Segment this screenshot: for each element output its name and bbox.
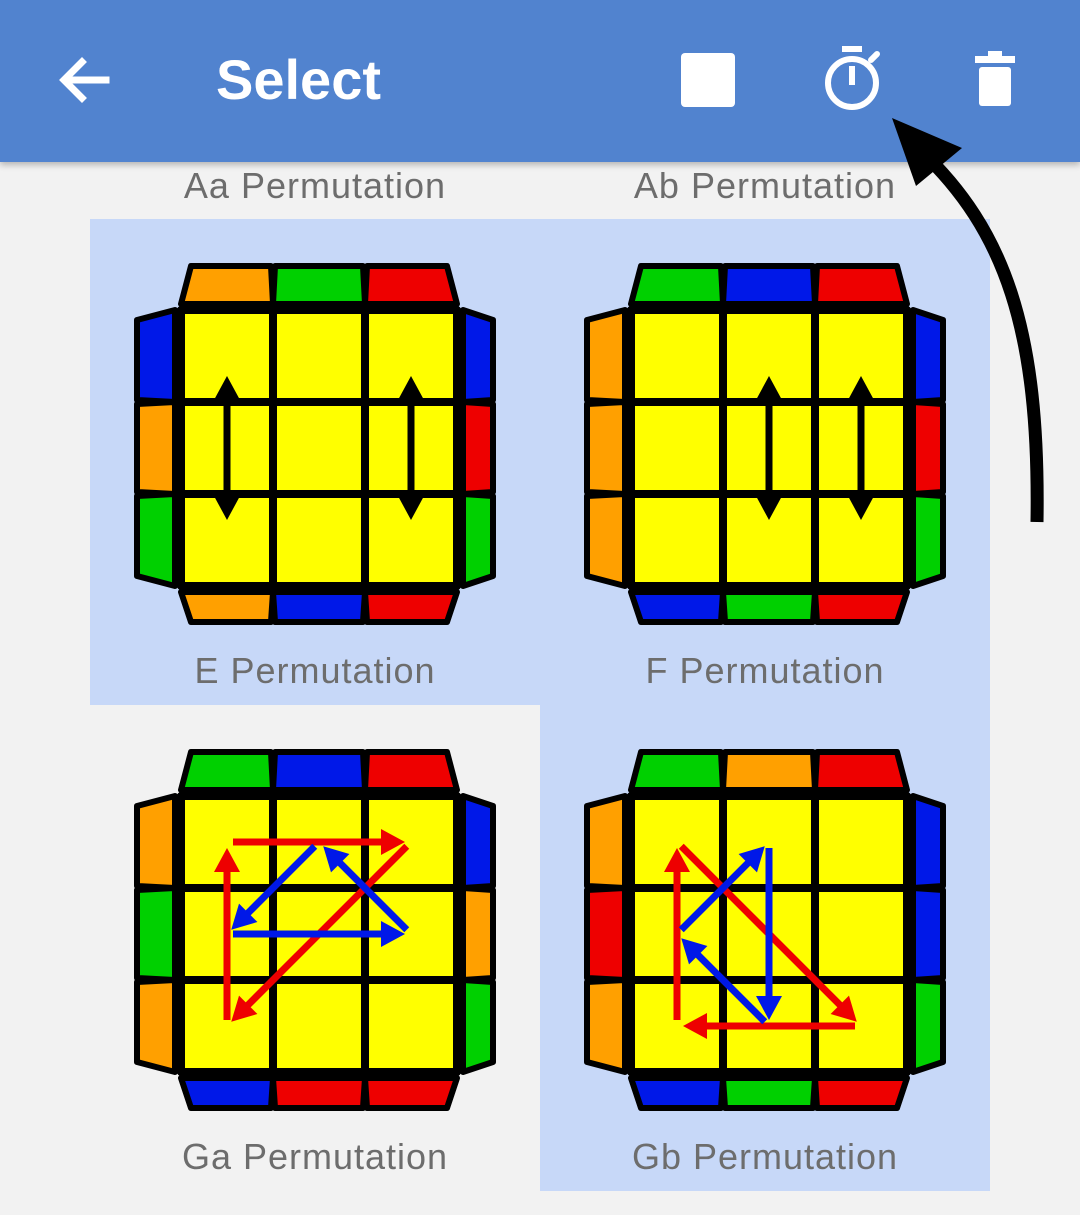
top-sticker	[277, 406, 361, 490]
side-sticker-bottom	[812, 1075, 910, 1111]
case-tile-gb[interactable]: Gb Permutation	[540, 705, 990, 1191]
cube-diagram	[134, 263, 496, 625]
arrow-back-icon	[59, 57, 110, 103]
stopwatch-icon	[825, 46, 880, 110]
side-sticker-right	[910, 399, 946, 497]
case-label-ab: Ab Permutation	[633, 165, 897, 206]
side-sticker-left	[584, 793, 628, 891]
top-sticker	[277, 498, 361, 582]
cube-diagram	[584, 749, 946, 1111]
side-sticker-right	[460, 491, 496, 589]
side-sticker-left	[584, 977, 628, 1075]
case-label: E Permutation	[194, 650, 436, 691]
side-sticker-top	[812, 263, 910, 307]
top-sticker	[277, 984, 361, 1068]
side-sticker-left	[134, 307, 178, 405]
side-sticker-left	[134, 399, 178, 497]
top-sticker	[819, 892, 903, 976]
side-sticker-left	[134, 793, 178, 891]
case-label-aa: Aa Permutation	[183, 165, 447, 206]
side-sticker-right	[460, 307, 496, 405]
delete-button[interactable]	[950, 38, 1040, 128]
top-sticker	[369, 984, 453, 1068]
case-tile-e[interactable]: E Permutation	[90, 219, 540, 705]
side-sticker-bottom	[720, 589, 818, 625]
side-sticker-left	[134, 885, 178, 983]
side-sticker-left	[134, 491, 178, 589]
top-sticker	[635, 406, 719, 490]
side-sticker-top	[178, 263, 276, 307]
side-sticker-bottom	[720, 1075, 818, 1111]
side-sticker-top	[362, 263, 460, 307]
side-sticker-right	[910, 307, 946, 405]
side-sticker-top	[628, 263, 726, 307]
back-button[interactable]	[40, 38, 130, 128]
case-tile-ga[interactable]: Ga Permutation	[90, 705, 540, 1191]
side-sticker-left	[584, 491, 628, 589]
side-sticker-top	[628, 749, 726, 793]
side-sticker-bottom	[270, 1075, 368, 1111]
side-sticker-bottom	[628, 1075, 726, 1111]
cube-diagram	[134, 749, 496, 1111]
side-sticker-right	[460, 977, 496, 1075]
top-sticker	[277, 314, 361, 398]
side-sticker-right	[460, 793, 496, 891]
side-sticker-right	[910, 885, 946, 983]
top-sticker	[635, 314, 719, 398]
side-sticker-top	[812, 749, 910, 793]
timer-button[interactable]	[807, 38, 897, 128]
side-sticker-bottom	[362, 589, 460, 625]
side-sticker-bottom	[362, 1075, 460, 1111]
side-sticker-right	[460, 399, 496, 497]
side-sticker-right	[460, 885, 496, 983]
case-tile-f[interactable]: F Permutation	[540, 219, 990, 705]
side-sticker-right	[910, 491, 946, 589]
cube-diagram	[584, 263, 946, 625]
side-sticker-bottom	[812, 589, 910, 625]
page-title: Select	[216, 48, 381, 111]
case-label: F Permutation	[645, 650, 885, 691]
side-sticker-top	[720, 749, 818, 793]
trash-icon	[975, 51, 1015, 106]
side-sticker-bottom	[178, 1075, 276, 1111]
square-icon	[681, 53, 735, 107]
select-all-button[interactable]	[663, 38, 753, 128]
side-sticker-left	[584, 885, 628, 983]
side-sticker-left	[584, 399, 628, 497]
side-sticker-top	[178, 749, 276, 793]
side-sticker-right	[910, 977, 946, 1075]
top-sticker	[635, 498, 719, 582]
side-sticker-top	[362, 749, 460, 793]
case-label: Ga Permutation	[181, 1136, 449, 1177]
side-sticker-top	[270, 263, 368, 307]
side-sticker-bottom	[270, 589, 368, 625]
side-sticker-left	[134, 977, 178, 1075]
case-label: Gb Permutation	[631, 1136, 899, 1177]
side-sticker-top	[720, 263, 818, 307]
side-sticker-top	[270, 749, 368, 793]
top-sticker	[819, 800, 903, 884]
app-bar: Select	[0, 0, 1080, 162]
side-sticker-right	[910, 793, 946, 891]
side-sticker-bottom	[178, 589, 276, 625]
side-sticker-bottom	[628, 589, 726, 625]
side-sticker-left	[584, 307, 628, 405]
